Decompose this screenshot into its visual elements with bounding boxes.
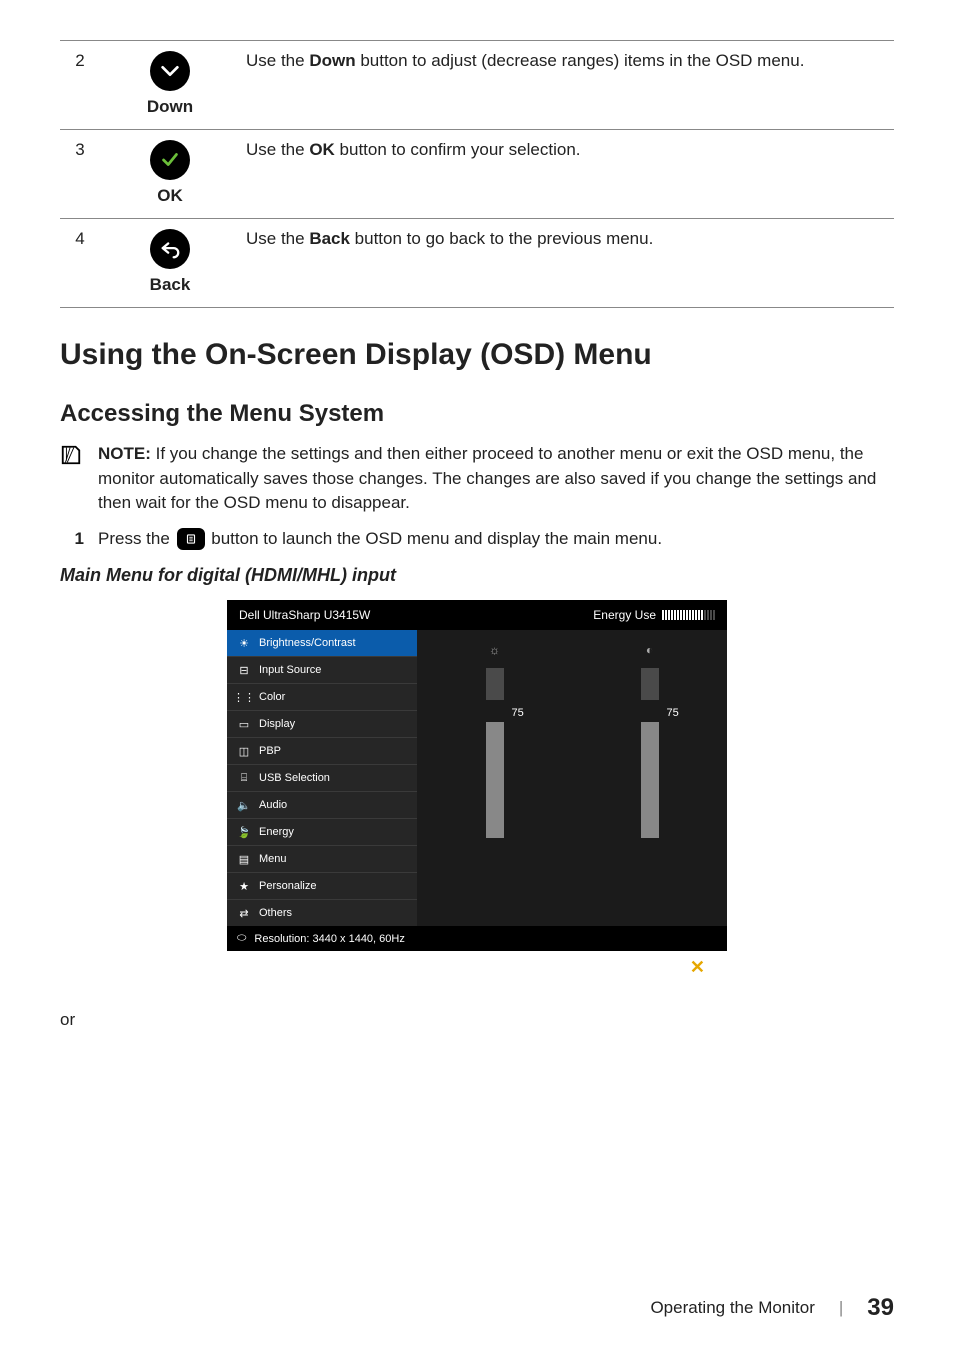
- osd-menu-others[interactable]: ⇄ Others: [227, 899, 417, 926]
- osd-menu-input-source[interactable]: ⊟ Input Source: [227, 656, 417, 683]
- ok-icon: [150, 140, 190, 180]
- table-row: 2 Down Use the Down button to adjust (de…: [60, 41, 894, 130]
- brightness-icon: ☀: [237, 636, 251, 650]
- menu-button-icon: [177, 528, 205, 550]
- osd-menu-display[interactable]: ▭ Display: [227, 710, 417, 737]
- table-row: 3 OK Use the OK button to confirm your s…: [60, 130, 894, 219]
- color-icon: ⋮⋮: [237, 690, 251, 704]
- osd-title: Dell UltraSharp U3415W: [239, 608, 370, 622]
- others-icon: ⇄: [237, 906, 251, 920]
- osd-menu-usb-selection[interactable]: ⌸ USB Selection: [227, 764, 417, 791]
- row-number: 2: [60, 41, 100, 130]
- pbp-icon: ◫: [237, 744, 251, 758]
- table-row: 4 Back Use the Back button to go back to…: [60, 219, 894, 308]
- brightness-slider-icon: ☼: [489, 638, 500, 662]
- osd-menu-list: ☀ Brightness/Contrast ⊟ Input Source ⋮⋮ …: [227, 630, 417, 926]
- usb-icon: ⌸: [237, 771, 251, 785]
- personalize-icon: ★: [237, 879, 251, 893]
- menu-caption: Main Menu for digital (HDMI/MHL) input: [60, 565, 894, 586]
- or-text: or: [60, 1010, 894, 1030]
- section-title: Using the On-Screen Display (OSD) Menu: [60, 338, 894, 372]
- brightness-value: 75: [512, 707, 524, 719]
- subsection-title: Accessing the Menu System: [60, 400, 894, 428]
- button-description: Use the Down button to adjust (decrease …: [240, 41, 894, 130]
- footer-separator: |: [839, 1298, 843, 1318]
- audio-icon: 🔈: [237, 798, 251, 812]
- page-footer: Operating the Monitor | 39: [650, 1294, 894, 1322]
- osd-menu-audio[interactable]: 🔈 Audio: [227, 791, 417, 818]
- nav-up-icon[interactable]: ∧: [562, 957, 575, 978]
- resolution-text: Resolution: 3440 x 1440, 60Hz: [254, 933, 404, 945]
- brightness-slider[interactable]: ☼ 75: [417, 630, 572, 926]
- note: NOTE: If you change the settings and the…: [60, 442, 894, 516]
- osd-menu-brightness-contrast[interactable]: ☀ Brightness/Contrast: [227, 630, 417, 656]
- osd-menu-color[interactable]: ⋮⋮ Color: [227, 683, 417, 710]
- nav-right-icon[interactable]: →: [644, 957, 662, 978]
- row-number: 3: [60, 130, 100, 219]
- energy-icon: 🍃: [237, 825, 251, 839]
- button-description: Use the OK button to confirm your select…: [240, 130, 894, 219]
- resolution-icon: ⬭: [237, 932, 246, 945]
- footer-section: Operating the Monitor: [650, 1298, 814, 1318]
- row-number: 4: [60, 219, 100, 308]
- note-icon: [60, 442, 84, 516]
- back-icon: [150, 229, 190, 269]
- menu-icon: ▤: [237, 852, 251, 866]
- display-icon: ▭: [237, 717, 251, 731]
- osd-menu-personalize[interactable]: ★ Personalize: [227, 872, 417, 899]
- down-icon: [150, 51, 190, 91]
- button-description-table: 2 Down Use the Down button to adjust (de…: [60, 40, 894, 308]
- nav-close-icon[interactable]: ✕: [690, 957, 705, 978]
- osd-header: Dell UltraSharp U3415W Energy Use: [227, 600, 727, 630]
- step-number: 1: [60, 526, 84, 552]
- button-icon-cell: OK: [100, 130, 240, 219]
- button-icon-cell: Down: [100, 41, 240, 130]
- osd-menu-menu[interactable]: ▤ Menu: [227, 845, 417, 872]
- contrast-value: 75: [667, 707, 679, 719]
- osd-screenshot: Dell UltraSharp U3415W Energy Use ☀ Brig…: [227, 600, 727, 982]
- button-label: OK: [157, 186, 183, 206]
- nav-down-icon[interactable]: ∨: [603, 957, 616, 978]
- note-text: NOTE: If you change the settings and the…: [98, 442, 894, 516]
- step-text: Press the button to launch the OSD menu …: [98, 526, 662, 552]
- energy-use-meter: [662, 610, 715, 620]
- button-icon-cell: Back: [100, 219, 240, 308]
- button-label: Down: [147, 97, 193, 117]
- osd-footer: ⬭ Resolution: 3440 x 1440, 60Hz: [227, 926, 727, 951]
- osd-menu-energy[interactable]: 🍃 Energy: [227, 818, 417, 845]
- page-number: 39: [867, 1294, 894, 1322]
- button-label: Back: [150, 275, 191, 295]
- osd-menu-pbp[interactable]: ◫ PBP: [227, 737, 417, 764]
- input-source-icon: ⊟: [237, 663, 251, 677]
- step-1: 1 Press the button to launch the OSD men…: [60, 526, 894, 552]
- osd-nav-buttons: ∧ ∨ → ✕: [227, 951, 727, 982]
- energy-use-label: Energy Use: [593, 608, 656, 622]
- contrast-slider-icon: ◐: [646, 638, 653, 662]
- button-description: Use the Back button to go back to the pr…: [240, 219, 894, 308]
- contrast-slider[interactable]: ◐ 75: [572, 630, 727, 926]
